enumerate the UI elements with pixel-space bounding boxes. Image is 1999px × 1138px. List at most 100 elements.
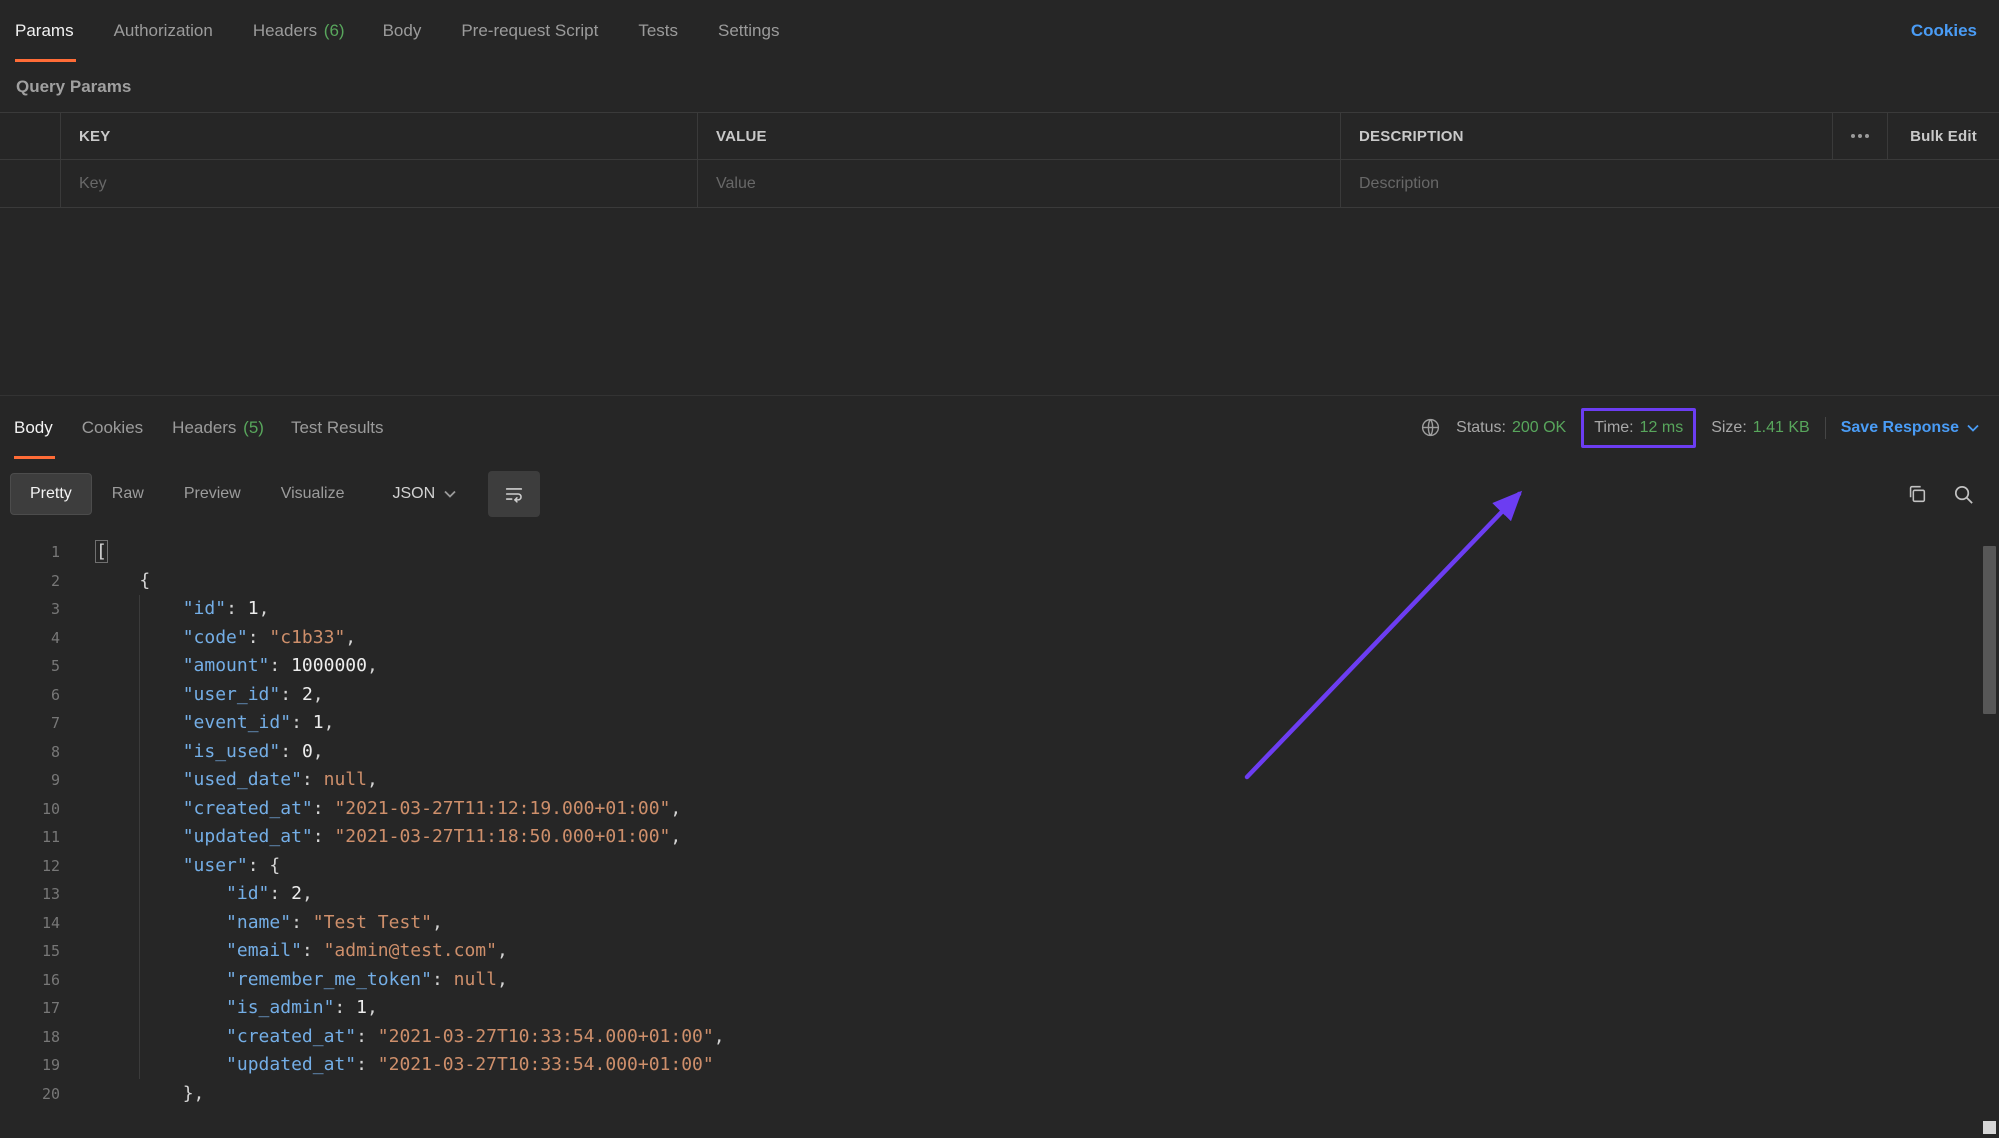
size-label: Size: bbox=[1711, 419, 1747, 437]
column-key: KEY bbox=[60, 113, 697, 159]
line-number: 8 bbox=[0, 738, 60, 767]
line-number: 12 bbox=[0, 852, 60, 881]
response-view-toolbar: Pretty Raw Preview Visualize JSON bbox=[0, 459, 1999, 529]
response-tab-test-results[interactable]: Test Results bbox=[291, 396, 386, 459]
line-content: "updated_at": "2021-03-27T10:33:54.000+0… bbox=[60, 1051, 714, 1080]
toolbar-right-icons bbox=[1906, 483, 1975, 506]
param-value-input[interactable] bbox=[716, 175, 1322, 193]
tab-settings[interactable]: Settings bbox=[718, 0, 781, 62]
response-meta: Status: 200 OK Time: 12 ms Size: 1.41 KB… bbox=[1420, 396, 1979, 459]
tab-label: Body bbox=[14, 418, 53, 438]
code-line: 6 "user_id": 2, bbox=[0, 681, 1999, 710]
line-number: 11 bbox=[0, 823, 60, 852]
format-dropdown-value: JSON bbox=[392, 485, 435, 503]
line-content: "is_used": 0, bbox=[60, 738, 324, 767]
tab-authorization[interactable]: Authorization bbox=[114, 0, 215, 62]
tab-count: (6) bbox=[319, 21, 345, 41]
code-line: 10 "created_at": "2021-03-27T11:12:19.00… bbox=[0, 795, 1999, 824]
tab-label: Test Results bbox=[291, 418, 384, 438]
time-label: Time: bbox=[1594, 419, 1633, 437]
line-content: "id": 1, bbox=[60, 595, 269, 624]
code-line: 14 "name": "Test Test", bbox=[0, 909, 1999, 938]
line-content: }, bbox=[60, 1080, 204, 1109]
code-line: 17 "is_admin": 1, bbox=[0, 994, 1999, 1023]
view-tab-raw[interactable]: Raw bbox=[92, 473, 164, 515]
params-input-row bbox=[0, 160, 1999, 208]
response-tab-body[interactable]: Body bbox=[14, 396, 55, 459]
query-params-title: Query Params bbox=[0, 62, 1999, 112]
line-content: "amount": 1000000, bbox=[60, 652, 378, 681]
tab-params[interactable]: Params bbox=[15, 0, 76, 62]
code-line: 16 "remember_me_token": null, bbox=[0, 966, 1999, 995]
line-number: 4 bbox=[0, 624, 60, 653]
line-content: "id": 2, bbox=[60, 880, 313, 909]
line-number: 13 bbox=[0, 880, 60, 909]
response-tab-headers[interactable]: Headers (5) bbox=[172, 396, 264, 459]
status-label: Status: bbox=[1456, 419, 1506, 437]
response-tab-bar: Body Cookies Headers (5) Test Results bbox=[14, 396, 386, 459]
code-line: 3 "id": 1, bbox=[0, 595, 1999, 624]
tab-body[interactable]: Body bbox=[383, 0, 424, 62]
line-content: "is_admin": 1, bbox=[60, 994, 378, 1023]
param-description-cell bbox=[1340, 160, 1999, 207]
tab-label: Headers bbox=[253, 21, 317, 41]
tab-label: Headers bbox=[172, 418, 236, 438]
search-icon[interactable] bbox=[1952, 483, 1975, 506]
code-line: 1[ bbox=[0, 538, 1999, 567]
format-dropdown[interactable]: JSON bbox=[392, 485, 456, 503]
line-content: "user_id": 2, bbox=[60, 681, 324, 710]
line-content: "created_at": "2021-03-27T11:12:19.000+0… bbox=[60, 795, 681, 824]
postman-window: Params Authorization Headers (6) Body Pr… bbox=[0, 0, 1999, 1138]
line-number: 2 bbox=[0, 567, 60, 596]
code-line: 4 "code": "c1b33", bbox=[0, 624, 1999, 653]
code-line: 20 }, bbox=[0, 1080, 1999, 1109]
code-line: 19 "updated_at": "2021-03-27T10:33:54.00… bbox=[0, 1051, 1999, 1080]
column-value: VALUE bbox=[697, 113, 1340, 159]
scrollbar-thumb[interactable] bbox=[1983, 546, 1996, 714]
column-description: DESCRIPTION bbox=[1340, 113, 1832, 159]
chevron-down-icon bbox=[444, 490, 456, 498]
code-line: 5 "amount": 1000000, bbox=[0, 652, 1999, 681]
empty-area bbox=[0, 208, 1999, 395]
line-number: 6 bbox=[0, 681, 60, 710]
line-number: 18 bbox=[0, 1023, 60, 1052]
line-content: "user": { bbox=[60, 852, 280, 881]
line-content: "code": "c1b33", bbox=[60, 624, 356, 653]
query-params-table: KEY VALUE DESCRIPTION Bulk Edit bbox=[0, 112, 1999, 208]
code-line: 9 "used_date": null, bbox=[0, 766, 1999, 795]
bulk-edit-button[interactable]: Bulk Edit bbox=[1887, 113, 1999, 159]
line-content: "created_at": "2021-03-27T10:33:54.000+0… bbox=[60, 1023, 725, 1052]
tab-pre-request-script[interactable]: Pre-request Script bbox=[461, 0, 600, 62]
more-actions-button[interactable] bbox=[1832, 113, 1887, 159]
chevron-down-icon bbox=[1967, 424, 1979, 432]
tab-label: Params bbox=[15, 21, 74, 41]
code-line: 13 "id": 2, bbox=[0, 880, 1999, 909]
vertical-scrollbar[interactable] bbox=[1983, 540, 1996, 1118]
line-number: 1 bbox=[0, 538, 60, 567]
save-response-button[interactable]: Save Response bbox=[1841, 419, 1979, 437]
wrap-text-button[interactable] bbox=[488, 471, 540, 517]
code-line: 15 "email": "admin@test.com", bbox=[0, 937, 1999, 966]
line-number: 17 bbox=[0, 994, 60, 1023]
param-description-input[interactable] bbox=[1359, 175, 1981, 193]
more-actions-icon bbox=[1851, 134, 1869, 138]
response-tab-cookies[interactable]: Cookies bbox=[82, 396, 145, 459]
line-number: 10 bbox=[0, 795, 60, 824]
response-body-viewer[interactable]: 1[2 {3 "id": 1,4 "code": "c1b33",5 "amou… bbox=[0, 529, 1999, 1138]
status-value: 200 OK bbox=[1512, 419, 1566, 437]
view-tab-pretty[interactable]: Pretty bbox=[10, 473, 92, 515]
scrollbar-corner bbox=[1983, 1121, 1996, 1134]
tab-count: (5) bbox=[238, 418, 264, 438]
view-tab-visualize[interactable]: Visualize bbox=[261, 473, 365, 515]
view-tab-preview[interactable]: Preview bbox=[164, 473, 261, 515]
copy-icon[interactable] bbox=[1906, 483, 1928, 505]
tab-headers[interactable]: Headers (6) bbox=[253, 0, 345, 62]
cookies-link[interactable]: Cookies bbox=[1911, 21, 1977, 41]
param-key-input[interactable] bbox=[79, 175, 679, 193]
param-key-cell bbox=[60, 160, 697, 207]
response-header: Body Cookies Headers (5) Test Results bbox=[0, 396, 1999, 459]
tab-tests[interactable]: Tests bbox=[638, 0, 680, 62]
line-content: "remember_me_token": null, bbox=[60, 966, 508, 995]
request-tab-bar: Params Authorization Headers (6) Body Pr… bbox=[0, 0, 1999, 62]
line-content: "used_date": null, bbox=[60, 766, 378, 795]
